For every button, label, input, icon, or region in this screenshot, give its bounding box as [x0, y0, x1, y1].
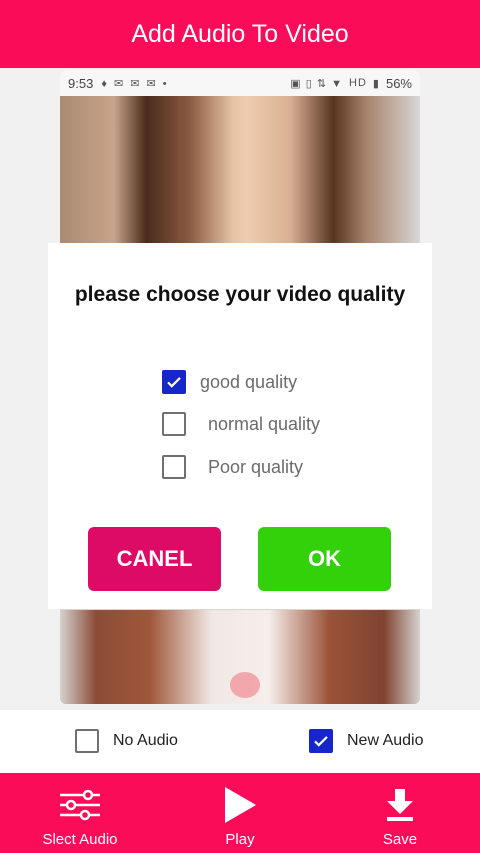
bottom-nav: Slect Audio Play Save — [0, 773, 480, 853]
checkbox-checked[interactable] — [309, 729, 333, 753]
signal-icons: ▣ ▯ ⇅ ▼ — [290, 77, 344, 90]
save-button[interactable]: Save — [350, 773, 450, 853]
quality-option-label: good quality — [200, 371, 298, 392]
dialog-title: please choose your video quality — [74, 283, 406, 306]
battery-icon: ▮ — [372, 77, 380, 90]
checkbox-unchecked[interactable] — [162, 455, 186, 479]
check-icon — [314, 736, 328, 747]
quality-option-good[interactable]: good quality — [162, 369, 297, 395]
ok-button[interactable]: OK — [258, 527, 391, 591]
app-bar: Add Audio To Video — [0, 0, 480, 68]
app-title: Add Audio To Video — [131, 19, 349, 48]
checkbox-unchecked[interactable] — [75, 729, 99, 753]
battery-level: 56% — [385, 75, 412, 91]
audio-options-row: No Audio New Audio — [0, 710, 480, 773]
quality-option-poor[interactable]: Poor quality — [162, 454, 303, 480]
new-audio-label: New Audio — [347, 732, 424, 749]
play-icon — [222, 785, 258, 825]
select-audio-label: Slect Audio — [42, 831, 118, 848]
network-type: HD — [349, 77, 367, 89]
new-audio-option[interactable]: New Audio — [309, 729, 424, 753]
no-audio-option[interactable]: No Audio — [75, 729, 178, 753]
download-icon — [385, 785, 415, 825]
quality-dialog: please choose your video quality good qu… — [48, 243, 432, 609]
quality-option-label: Poor quality — [208, 456, 304, 477]
check-icon — [167, 377, 181, 388]
notification-icons: ♦ ✉ ✉ ✉ • — [101, 77, 169, 90]
checkbox-checked[interactable] — [162, 370, 186, 394]
no-audio-label: No Audio — [113, 732, 178, 749]
video-status-bar: 9:53 ♦ ✉ ✉ ✉ • ▣ ▯ ⇅ ▼ HD ▮ 56% — [60, 70, 420, 96]
select-audio-button[interactable]: Slect Audio — [30, 773, 130, 853]
checkbox-unchecked[interactable] — [162, 412, 186, 436]
quality-option-label: normal quality — [208, 413, 321, 434]
video-frame-top — [60, 96, 420, 246]
quality-option-normal[interactable]: normal quality — [162, 411, 320, 437]
save-label: Save — [382, 831, 418, 848]
status-time: 9:53 — [68, 75, 94, 91]
play-button[interactable]: Play — [190, 773, 290, 853]
video-frame-bottom — [60, 610, 420, 704]
sliders-icon — [58, 785, 102, 825]
cancel-button[interactable]: CANEL — [88, 527, 221, 591]
play-label: Play — [225, 831, 255, 848]
